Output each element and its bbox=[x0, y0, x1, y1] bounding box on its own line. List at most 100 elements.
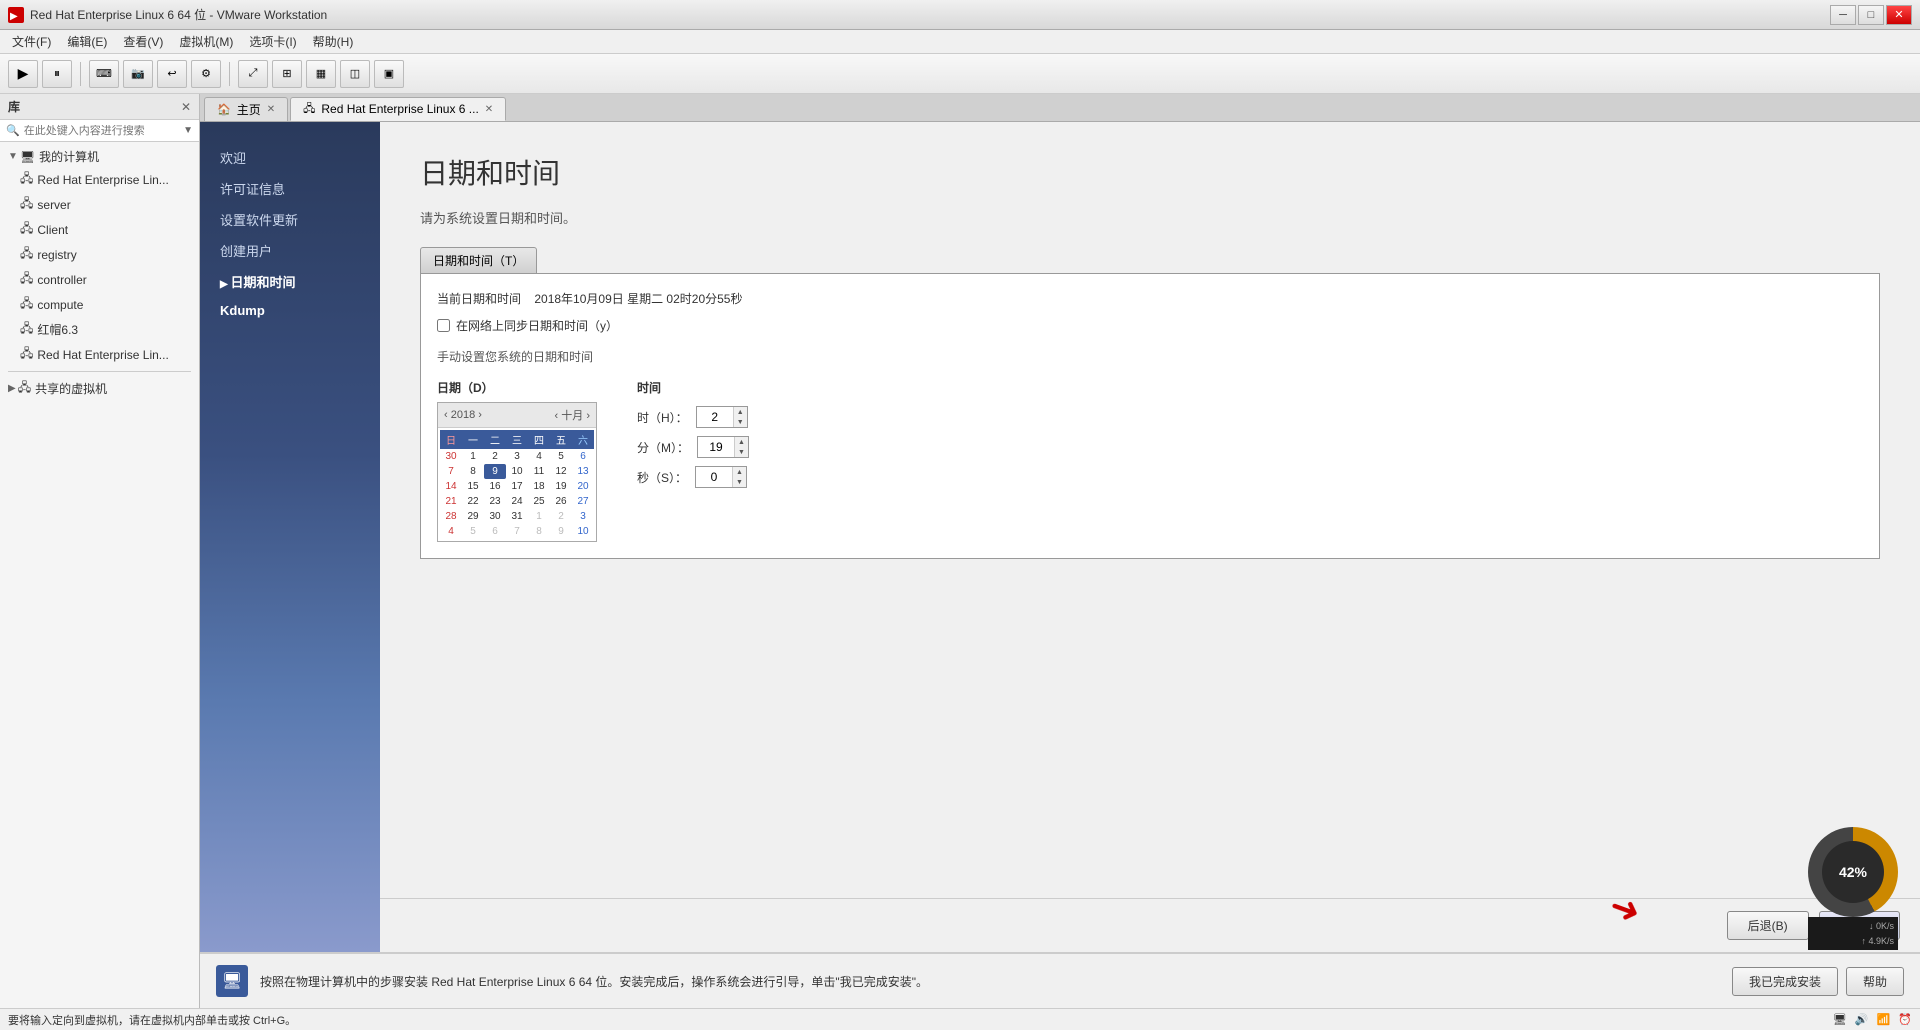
cal-day[interactable]: 3 bbox=[572, 509, 594, 524]
tab-vm-close[interactable]: ✕ bbox=[485, 104, 493, 115]
cal-day[interactable]: 27 bbox=[572, 494, 594, 509]
prev-month-btn[interactable]: ‹ 十月 › bbox=[555, 407, 590, 423]
setup-nav-welcome[interactable]: 欢迎 bbox=[200, 142, 380, 173]
menu-view[interactable]: 查看(V) bbox=[115, 31, 171, 52]
close-button[interactable]: ✕ bbox=[1886, 5, 1912, 25]
toolbar-fullscreen[interactable]: ⤢ bbox=[238, 60, 268, 88]
cal-day[interactable]: 25 bbox=[528, 494, 550, 509]
cal-day[interactable]: 21 bbox=[440, 494, 462, 509]
minute-up-btn[interactable]: ▲ bbox=[735, 437, 748, 447]
toolbar-pause[interactable]: ⏸ bbox=[42, 60, 72, 88]
cal-day[interactable]: 10 bbox=[572, 524, 594, 539]
cal-day[interactable]: 16 bbox=[484, 479, 506, 494]
cal-day[interactable]: 31 bbox=[506, 509, 528, 524]
cal-day[interactable]: 6 bbox=[572, 449, 594, 464]
cal-day[interactable]: 22 bbox=[462, 494, 484, 509]
sidebar-item-vm-0[interactable]: 🖧 Red Hat Enterprise Lin... bbox=[0, 167, 199, 192]
menu-vm[interactable]: 虚拟机(M) bbox=[171, 31, 241, 52]
cal-day[interactable]: 19 bbox=[550, 479, 572, 494]
cal-day[interactable]: 24 bbox=[506, 494, 528, 509]
setup-nav-software[interactable]: 设置软件更新 bbox=[200, 204, 380, 235]
cal-day[interactable]: 4 bbox=[440, 524, 462, 539]
sidebar-item-controller[interactable]: 🖧 controller bbox=[0, 267, 199, 292]
cal-day[interactable]: 2 bbox=[550, 509, 572, 524]
menu-tab[interactable]: 选项卡(I) bbox=[241, 31, 304, 52]
sidebar-item-compute[interactable]: 🖧 compute bbox=[0, 292, 199, 317]
cal-day[interactable]: 14 bbox=[440, 479, 462, 494]
menu-help[interactable]: 帮助(H) bbox=[305, 31, 362, 52]
toolbar-layout[interactable]: ▦ bbox=[306, 60, 336, 88]
toolbar-view[interactable]: ◫ bbox=[340, 60, 370, 88]
second-down-btn[interactable]: ▼ bbox=[733, 477, 746, 487]
cal-day[interactable]: 8 bbox=[462, 464, 484, 479]
cal-day[interactable]: 18 bbox=[528, 479, 550, 494]
finish-install-button[interactable]: 我已完成安装 bbox=[1732, 967, 1838, 996]
cal-day[interactable]: 12 bbox=[550, 464, 572, 479]
minute-input[interactable] bbox=[698, 437, 734, 457]
sync-checkbox[interactable] bbox=[437, 319, 450, 332]
sidebar-item-vm-7[interactable]: 🖧 Red Hat Enterprise Lin... bbox=[0, 342, 199, 367]
maximize-button[interactable]: □ bbox=[1858, 5, 1884, 25]
hour-down-btn[interactable]: ▼ bbox=[734, 417, 747, 427]
setup-nav-datetime[interactable]: 日期和时间 bbox=[200, 266, 380, 297]
cal-day-selected[interactable]: 9 bbox=[484, 464, 506, 479]
cal-day[interactable]: 30 bbox=[484, 509, 506, 524]
cal-day[interactable]: 15 bbox=[462, 479, 484, 494]
toolbar-revert[interactable]: ↩ bbox=[157, 60, 187, 88]
tab-home-close[interactable]: ✕ bbox=[267, 104, 275, 115]
help-button[interactable]: 帮助 bbox=[1846, 967, 1904, 996]
sidebar-item-shared-vms[interactable]: ▶ 🖧 共享的虚拟机 bbox=[0, 376, 199, 401]
menu-file[interactable]: 文件(F) bbox=[4, 31, 59, 52]
cal-day[interactable]: 13 bbox=[572, 464, 594, 479]
cal-day[interactable]: 9 bbox=[550, 524, 572, 539]
cal-day[interactable]: 29 bbox=[462, 509, 484, 524]
minimize-button[interactable]: ─ bbox=[1830, 5, 1856, 25]
cal-day[interactable]: 3 bbox=[506, 449, 528, 464]
cal-day[interactable]: 6 bbox=[484, 524, 506, 539]
sidebar-item-registry[interactable]: 🖧 registry bbox=[0, 242, 199, 267]
cal-day[interactable]: 5 bbox=[550, 449, 572, 464]
cal-day[interactable]: 11 bbox=[528, 464, 550, 479]
cal-day[interactable]: 4 bbox=[528, 449, 550, 464]
second-input[interactable] bbox=[696, 467, 732, 487]
setup-nav-kdump[interactable]: Kdump bbox=[200, 297, 380, 324]
sidebar-close-button[interactable]: ✕ bbox=[181, 100, 191, 114]
cal-day[interactable]: 26 bbox=[550, 494, 572, 509]
tab-home[interactable]: 🏠 主页 ✕ bbox=[204, 97, 288, 121]
cal-day[interactable]: 2 bbox=[484, 449, 506, 464]
back-button[interactable]: 后退(B) bbox=[1727, 911, 1809, 940]
menu-edit[interactable]: 编辑(E) bbox=[59, 31, 115, 52]
sidebar-item-redhat63[interactable]: 🖧 红帽6.3 bbox=[0, 317, 199, 342]
setup-nav-license[interactable]: 许可证信息 bbox=[200, 173, 380, 204]
sidebar-item-client[interactable]: 🖧 Client bbox=[0, 217, 199, 242]
search-dropdown-icon[interactable]: ▼ bbox=[183, 125, 193, 136]
setup-nav-user[interactable]: 创建用户 bbox=[200, 235, 380, 266]
toolbar-power[interactable]: ▶ bbox=[8, 60, 38, 88]
cal-day[interactable]: 1 bbox=[462, 449, 484, 464]
datetime-tab[interactable]: 日期和时间（T） bbox=[420, 247, 537, 274]
cal-day[interactable]: 23 bbox=[484, 494, 506, 509]
search-input[interactable] bbox=[24, 125, 183, 137]
cal-day[interactable]: 8 bbox=[528, 524, 550, 539]
cal-day[interactable]: 30 bbox=[440, 449, 462, 464]
tab-vm[interactable]: 🖧 Red Hat Enterprise Linux 6 ... ✕ bbox=[290, 97, 506, 121]
second-up-btn[interactable]: ▲ bbox=[733, 467, 746, 477]
cal-day[interactable]: 7 bbox=[506, 524, 528, 539]
cal-day[interactable]: 20 bbox=[572, 479, 594, 494]
cal-day[interactable]: 17 bbox=[506, 479, 528, 494]
toolbar-console[interactable]: ▣ bbox=[374, 60, 404, 88]
sidebar-item-my-computer[interactable]: ▼ 🖥 我的计算机 bbox=[0, 146, 199, 167]
cal-day[interactable]: 28 bbox=[440, 509, 462, 524]
cal-day[interactable]: 5 bbox=[462, 524, 484, 539]
cal-day[interactable]: 1 bbox=[528, 509, 550, 524]
toolbar-settings[interactable]: ⚙ bbox=[191, 60, 221, 88]
toolbar-split[interactable]: ⊞ bbox=[272, 60, 302, 88]
cal-day[interactable]: 7 bbox=[440, 464, 462, 479]
hour-up-btn[interactable]: ▲ bbox=[734, 407, 747, 417]
hour-input[interactable] bbox=[697, 407, 733, 427]
minute-down-btn[interactable]: ▼ bbox=[735, 447, 748, 457]
sidebar-item-server[interactable]: 🖧 server bbox=[0, 192, 199, 217]
cal-day[interactable]: 10 bbox=[506, 464, 528, 479]
toolbar-snapshot[interactable]: 📷 bbox=[123, 60, 153, 88]
toolbar-send-ctrlaltdel[interactable]: ⌨ bbox=[89, 60, 119, 88]
